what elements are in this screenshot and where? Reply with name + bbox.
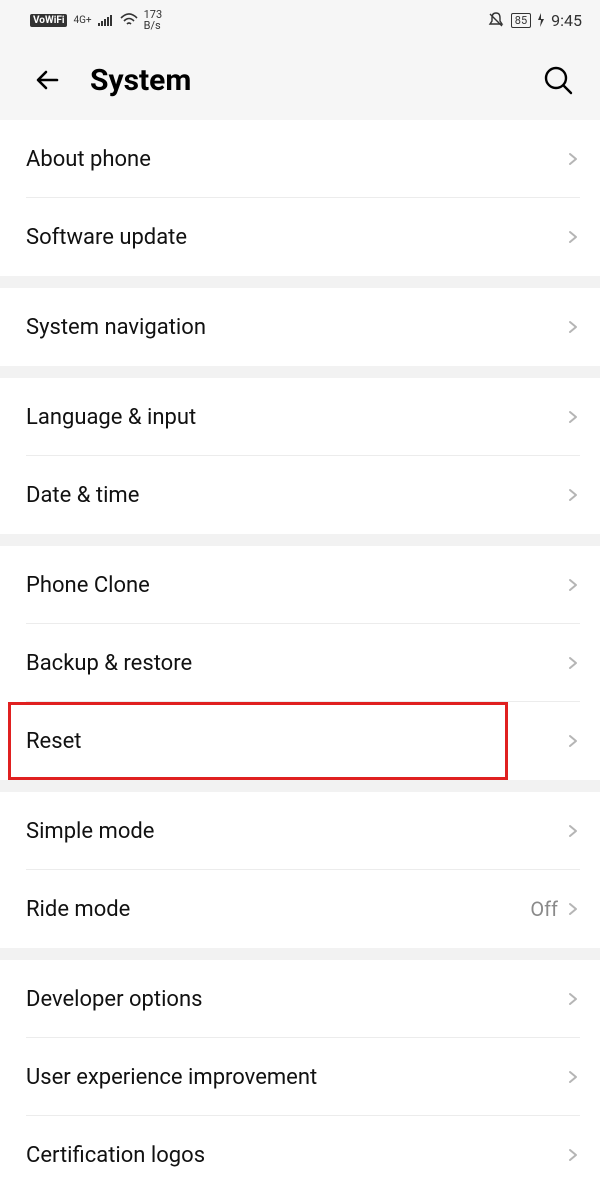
charging-icon [537,13,545,27]
setting-label: System navigation [26,315,206,340]
network-type: 4G+ [73,15,91,26]
status-left: VoWiFi 4G+ 173 B/s [30,9,162,31]
setting-label: Date & time [26,483,139,508]
setting-row-developer-options[interactable]: Developer options [0,960,600,1038]
chevron-right-icon [566,824,580,838]
setting-label: Ride mode [26,897,130,922]
setting-label: Developer options [26,987,202,1012]
settings-list: About phone Software update System navigat… [0,120,600,1194]
setting-value: Off [530,897,558,921]
chevron-right-icon [566,902,580,916]
vowifi-badge: VoWiFi [30,14,67,27]
status-right: 85 9:45 [487,11,582,30]
setting-row-system-navigation[interactable]: System navigation [0,288,600,366]
setting-label: Language & input [26,405,196,430]
setting-label: User experience improvement [26,1065,317,1090]
wifi-icon [120,13,138,27]
chevron-right-icon [566,656,580,670]
chevron-right-icon [566,230,580,244]
setting-row-about-phone[interactable]: About phone [0,120,600,198]
chevron-right-icon [566,578,580,592]
setting-row-phone-clone[interactable]: Phone Clone [0,546,600,624]
setting-label: Simple mode [26,819,154,844]
app-header: System [0,40,600,120]
setting-label: Backup & restore [26,651,192,676]
settings-group: Developer options User experience improve… [0,960,600,1194]
setting-row-reset[interactable]: Reset [0,702,600,780]
back-arrow-icon [31,63,65,97]
settings-group: Simple mode Ride mode Off [0,792,600,948]
page-title: System [90,63,191,98]
mute-icon [487,11,505,29]
network-speed: 173 B/s [144,9,163,31]
setting-label: Phone Clone [26,573,150,598]
chevron-right-icon [566,488,580,502]
chevron-right-icon [566,152,580,166]
battery-indicator: 85 [511,13,531,28]
setting-label: Reset [26,729,81,754]
setting-row-backup-restore[interactable]: Backup & restore [0,624,600,702]
search-icon [542,64,574,96]
chevron-right-icon [566,410,580,424]
highlight-box [8,702,508,780]
status-bar: VoWiFi 4G+ 173 B/s 85 9:45 [0,0,600,40]
signal-icon [98,14,114,26]
setting-row-certification-logos[interactable]: Certification logos [0,1116,600,1194]
setting-row-date-time[interactable]: Date & time [0,456,600,534]
chevron-right-icon [566,734,580,748]
chevron-right-icon [566,1070,580,1084]
setting-row-simple-mode[interactable]: Simple mode [0,792,600,870]
setting-label: Certification logos [26,1143,205,1168]
settings-group: System navigation [0,288,600,366]
chevron-right-icon [566,320,580,334]
setting-row-user-experience[interactable]: User experience improvement [0,1038,600,1116]
status-time: 9:45 [551,11,582,30]
setting-row-software-update[interactable]: Software update [0,198,600,276]
setting-row-language-input[interactable]: Language & input [0,378,600,456]
search-button[interactable] [536,58,580,102]
chevron-right-icon [566,992,580,1006]
back-button[interactable] [24,56,72,104]
settings-group: Phone Clone Backup & restore Reset [0,546,600,780]
chevron-right-icon [566,1148,580,1162]
settings-group: Language & input Date & time [0,378,600,534]
settings-group: About phone Software update [0,120,600,276]
setting-label: Software update [26,225,187,250]
setting-row-ride-mode[interactable]: Ride mode Off [0,870,600,948]
setting-label: About phone [26,147,151,172]
